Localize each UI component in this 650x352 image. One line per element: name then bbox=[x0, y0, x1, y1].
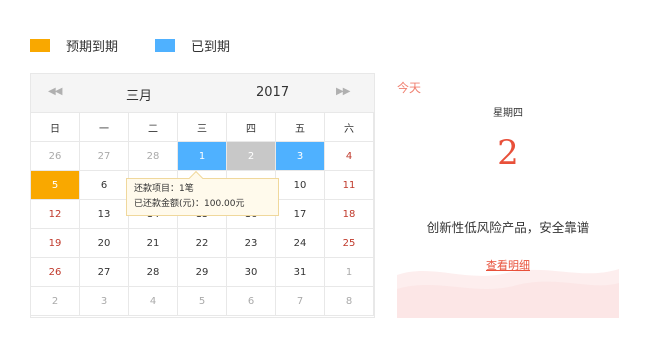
weekday-label: 星期四 bbox=[493, 108, 523, 119]
double-chevron-left-icon: ◀◀ bbox=[48, 86, 62, 97]
calendar-day[interactable]: 5 bbox=[178, 287, 227, 316]
calendar-day[interactable]: 6 bbox=[80, 171, 129, 200]
calendar-day[interactable]: 25 bbox=[325, 229, 374, 258]
calendar-day[interactable]: 24 bbox=[276, 229, 325, 258]
weekday-header: 日 bbox=[31, 113, 80, 142]
calendar-day[interactable]: 17 bbox=[276, 200, 325, 229]
weekday-header: 五 bbox=[276, 113, 325, 142]
legend-label-due: 已到期 bbox=[191, 39, 231, 55]
calendar-day[interactable]: 20 bbox=[80, 229, 129, 258]
day-number: 2 bbox=[497, 133, 519, 173]
legend-swatch-blue bbox=[155, 38, 175, 52]
calendar-day[interactable]: 1 bbox=[178, 142, 227, 171]
calendar-day[interactable]: 30 bbox=[227, 258, 276, 287]
calendar-day[interactable]: 11 bbox=[325, 171, 374, 200]
month-label[interactable]: 三月 bbox=[126, 85, 152, 104]
calendar-day[interactable]: 2 bbox=[227, 142, 276, 171]
calendar-day[interactable]: 5 bbox=[31, 171, 80, 200]
calendar-day[interactable]: 3 bbox=[80, 287, 129, 316]
calendar-day[interactable]: 23 bbox=[227, 229, 276, 258]
calendar-day[interactable]: 18 bbox=[325, 200, 374, 229]
weekday-header: 二 bbox=[129, 113, 178, 142]
calendar-day[interactable]: 28 bbox=[129, 142, 178, 171]
calendar-day[interactable]: 27 bbox=[80, 258, 129, 287]
slogan-text: 创新性低风险产品，安全靠谱 bbox=[426, 220, 590, 235]
calendar-day[interactable]: 3 bbox=[276, 142, 325, 171]
calendar-day[interactable]: 10 bbox=[276, 171, 325, 200]
calendar-day[interactable]: 13 bbox=[80, 200, 129, 229]
calendar-day[interactable]: 8 bbox=[325, 287, 374, 316]
calendar-day[interactable]: 1 bbox=[325, 258, 374, 287]
calendar-day[interactable]: 27 bbox=[80, 142, 129, 171]
calendar-day[interactable]: 2 bbox=[31, 287, 80, 316]
weekday-header: 四 bbox=[227, 113, 276, 142]
calendar-day[interactable]: 6 bbox=[227, 287, 276, 316]
calendar-day[interactable]: 19 bbox=[31, 229, 80, 258]
calendar-header: ◀◀ 三月 2017 ▶▶ bbox=[31, 74, 374, 113]
view-details-link[interactable]: 查看明细 bbox=[397, 257, 619, 273]
calendar-day[interactable]: 26 bbox=[31, 142, 80, 171]
prev-month-button[interactable]: ◀◀ bbox=[48, 86, 62, 97]
weekday-header: 一 bbox=[80, 113, 129, 142]
tooltip-repayment-count: 还款项目：1笔 bbox=[134, 184, 194, 194]
today-label: 今天 bbox=[397, 81, 422, 95]
double-chevron-right-icon: ▶▶ bbox=[336, 86, 350, 97]
calendar-day[interactable]: 28 bbox=[129, 258, 178, 287]
repayment-tooltip: 还款项目：1笔 已还款金额(元)：100.00元 bbox=[126, 170, 279, 216]
legend-item-due: 已到期 bbox=[155, 36, 231, 55]
today-panel: 今天 星期四 2 创新性低风险产品，安全靠谱 查看明细 bbox=[397, 73, 619, 318]
tooltip-repaid-amount: 已还款金额(元)：100.00元 bbox=[134, 199, 245, 209]
calendar-day[interactable]: 4 bbox=[129, 287, 178, 316]
calendar-day[interactable]: 26 bbox=[31, 258, 80, 287]
calendar-day[interactable]: 31 bbox=[276, 258, 325, 287]
calendar-day[interactable]: 12 bbox=[31, 200, 80, 229]
year-label[interactable]: 2017 bbox=[256, 85, 289, 100]
legend-label-expected: 预期到期 bbox=[66, 39, 119, 55]
next-month-button[interactable]: ▶▶ bbox=[336, 86, 350, 97]
calendar-day[interactable]: 22 bbox=[178, 229, 227, 258]
calendar-day[interactable]: 29 bbox=[178, 258, 227, 287]
legend-item-expected: 预期到期 bbox=[30, 36, 119, 55]
weekday-header: 六 bbox=[325, 113, 374, 142]
calendar-day[interactable]: 4 bbox=[325, 142, 374, 171]
calendar-day[interactable]: 7 bbox=[276, 287, 325, 316]
calendar-day[interactable]: 21 bbox=[129, 229, 178, 258]
weekday-header: 三 bbox=[178, 113, 227, 142]
legend-swatch-orange bbox=[30, 38, 50, 52]
